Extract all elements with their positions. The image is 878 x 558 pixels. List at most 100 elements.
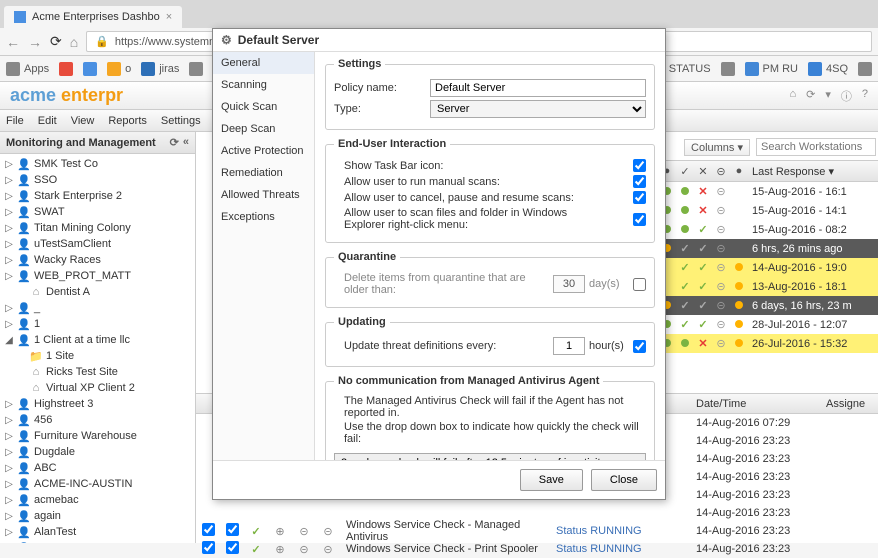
tree-node[interactable]: ⌂Virtual XP Client 2 <box>0 380 195 396</box>
help-icon[interactable]: ? <box>862 88 868 104</box>
chevron-icon[interactable]: ▷ <box>4 447 14 458</box>
tree-node[interactable]: ▷👤_ <box>0 300 195 316</box>
chevron-icon[interactable]: ▷ <box>4 319 14 330</box>
updating-checkbox[interactable] <box>633 340 646 353</box>
bookmark-item[interactable]: 4SQ <box>808 62 848 76</box>
policy-name-input[interactable] <box>430 79 646 97</box>
chevron-icon[interactable]: ▷ <box>4 239 14 250</box>
tree-node[interactable]: ▷👤again <box>0 508 195 524</box>
tree-node[interactable]: ▷👤Dugdale <box>0 444 195 460</box>
bookmark-item[interactable] <box>189 62 203 76</box>
nav-remediation[interactable]: Remediation <box>213 162 314 184</box>
x-header-icon[interactable]: ✕ <box>694 165 712 178</box>
updating-hours-input[interactable] <box>553 337 585 355</box>
close-icon[interactable]: × <box>166 11 172 23</box>
last-response-header[interactable]: Last Response ▾ <box>748 165 878 178</box>
tree-node[interactable]: ▷👤SWAT <box>0 204 195 220</box>
browser-tab[interactable]: Acme Enterprises Dashbo × <box>4 6 182 28</box>
rightclick-checkbox[interactable] <box>633 213 646 226</box>
collapse-icon[interactable]: « <box>183 136 189 149</box>
chevron-icon[interactable]: ▷ <box>4 431 14 442</box>
tree-node[interactable]: ▷👤SSO <box>0 172 195 188</box>
columns-button[interactable]: Columns ▾ <box>684 139 750 156</box>
tree-node[interactable]: ▷👤WEB_PROT_MATT <box>0 268 195 284</box>
bookmark-item[interactable]: PM RU <box>745 62 798 76</box>
tree-node[interactable]: ▷👤uTestSamClient <box>0 236 195 252</box>
menu-reports[interactable]: Reports <box>108 115 147 127</box>
back-button[interactable]: ← <box>6 34 20 50</box>
apps-button[interactable]: Apps <box>6 62 49 76</box>
menu-settings[interactable]: Settings <box>161 115 201 127</box>
chevron-icon[interactable]: ▷ <box>4 223 14 234</box>
check-checkbox[interactable] <box>226 523 239 536</box>
nav-deep-scan[interactable]: Deep Scan <box>213 118 314 140</box>
quarantine-checkbox[interactable] <box>633 278 646 291</box>
nav-scanning[interactable]: Scanning <box>213 74 314 96</box>
bell-icon[interactable]: ▾ <box>825 88 831 104</box>
tree-node[interactable]: ▷👤AlanTest <box>0 524 195 540</box>
check-checkbox[interactable] <box>202 523 215 536</box>
tree-node[interactable]: ▷👤ABC <box>0 460 195 476</box>
refresh-icon[interactable]: ⟳ <box>806 88 815 104</box>
menu-view[interactable]: View <box>71 115 95 127</box>
taskbar-checkbox[interactable] <box>633 159 646 172</box>
menu-file[interactable]: File <box>6 115 24 127</box>
chevron-icon[interactable]: ▷ <box>4 511 14 522</box>
tree-node[interactable]: ⌂Ricks Test Site <box>0 364 195 380</box>
chevron-icon[interactable]: ▷ <box>4 255 14 266</box>
assignee-header[interactable]: Assigne <box>820 398 878 410</box>
tree-node[interactable]: ⌂Dentist A <box>0 284 195 300</box>
tree-node[interactable]: ▷👤Titan Mining Colony <box>0 220 195 236</box>
nav-allowed-threats[interactable]: Allowed Threats <box>213 184 314 206</box>
home-icon[interactable]: ⌂ <box>789 88 796 104</box>
tree-node[interactable]: ▷👤acmebac <box>0 492 195 508</box>
tree-node[interactable]: ▷👤Wacky Races <box>0 252 195 268</box>
nav-general[interactable]: General <box>213 52 314 74</box>
chevron-icon[interactable]: ▷ <box>4 399 14 410</box>
chevron-icon[interactable]: ◢ <box>4 335 14 346</box>
nav-exceptions[interactable]: Exceptions <box>213 206 314 228</box>
tree-node[interactable]: ▷👤ACME-INC-AUSTIN <box>0 476 195 492</box>
dash-header-icon[interactable]: ⊝ <box>712 165 730 178</box>
nav-quick-scan[interactable]: Quick Scan <box>213 96 314 118</box>
bookmark-item[interactable] <box>83 62 97 76</box>
nav-active-protection[interactable]: Active Protection <box>213 140 314 162</box>
datetime-header[interactable]: Date/Time <box>690 398 820 410</box>
bookmark-item[interactable] <box>721 62 735 76</box>
save-button[interactable]: Save <box>520 469 583 491</box>
bookmark-item[interactable]: o <box>107 62 131 76</box>
chevron-icon[interactable]: ▷ <box>4 271 14 282</box>
reload-button[interactable]: ⟳ <box>50 33 62 50</box>
tree-node[interactable]: ▷👤Highstreet 3 <box>0 396 195 412</box>
dot-header-icon[interactable]: ● <box>730 165 748 177</box>
chevron-icon[interactable]: ▷ <box>4 415 14 426</box>
home-button[interactable]: ⌂ <box>70 34 78 50</box>
tree-node[interactable]: ▷👤Stark Enterprise 2 <box>0 188 195 204</box>
tree-node[interactable]: ▷👤456 <box>0 412 195 428</box>
bookmark-item[interactable]: jiras <box>141 62 179 76</box>
chevron-icon[interactable]: ▷ <box>4 303 14 314</box>
tree-node[interactable]: ▷👤1 <box>0 316 195 332</box>
tree-node[interactable]: 📁1 Site <box>0 348 195 364</box>
chevron-icon[interactable]: ▷ <box>4 159 14 170</box>
type-select[interactable]: Server <box>430 100 646 118</box>
menu-edit[interactable]: Edit <box>38 115 57 127</box>
manual-scan-checkbox[interactable] <box>633 175 646 188</box>
bookmark-item[interactable] <box>858 62 872 76</box>
forward-button[interactable]: → <box>28 34 42 50</box>
tree-node[interactable]: ◢👤1 Client at a time llc <box>0 332 195 348</box>
comm-cycles-select[interactable]: 2 cycles = check will fail after 12.5 mi… <box>334 453 646 460</box>
check-header-icon[interactable]: ✓ <box>676 165 694 178</box>
search-workstations-input[interactable] <box>756 138 876 156</box>
cancel-scan-checkbox[interactable] <box>633 191 646 204</box>
check-row[interactable]: ✓⊕⊝⊝Windows Service Check - Managed Anti… <box>196 522 878 540</box>
bookmark-item[interactable] <box>59 62 73 76</box>
chevron-icon[interactable]: ▷ <box>4 463 14 474</box>
tree-node[interactable]: ▷👤SMK Test Co <box>0 156 195 172</box>
refresh-icon[interactable]: ⟳ <box>170 136 179 149</box>
chevron-icon[interactable]: ▷ <box>4 191 14 202</box>
close-button[interactable]: Close <box>591 469 657 491</box>
chevron-icon[interactable]: ▷ <box>4 207 14 218</box>
chevron-icon[interactable]: ▷ <box>4 527 14 538</box>
chevron-icon[interactable]: ▷ <box>4 495 14 506</box>
